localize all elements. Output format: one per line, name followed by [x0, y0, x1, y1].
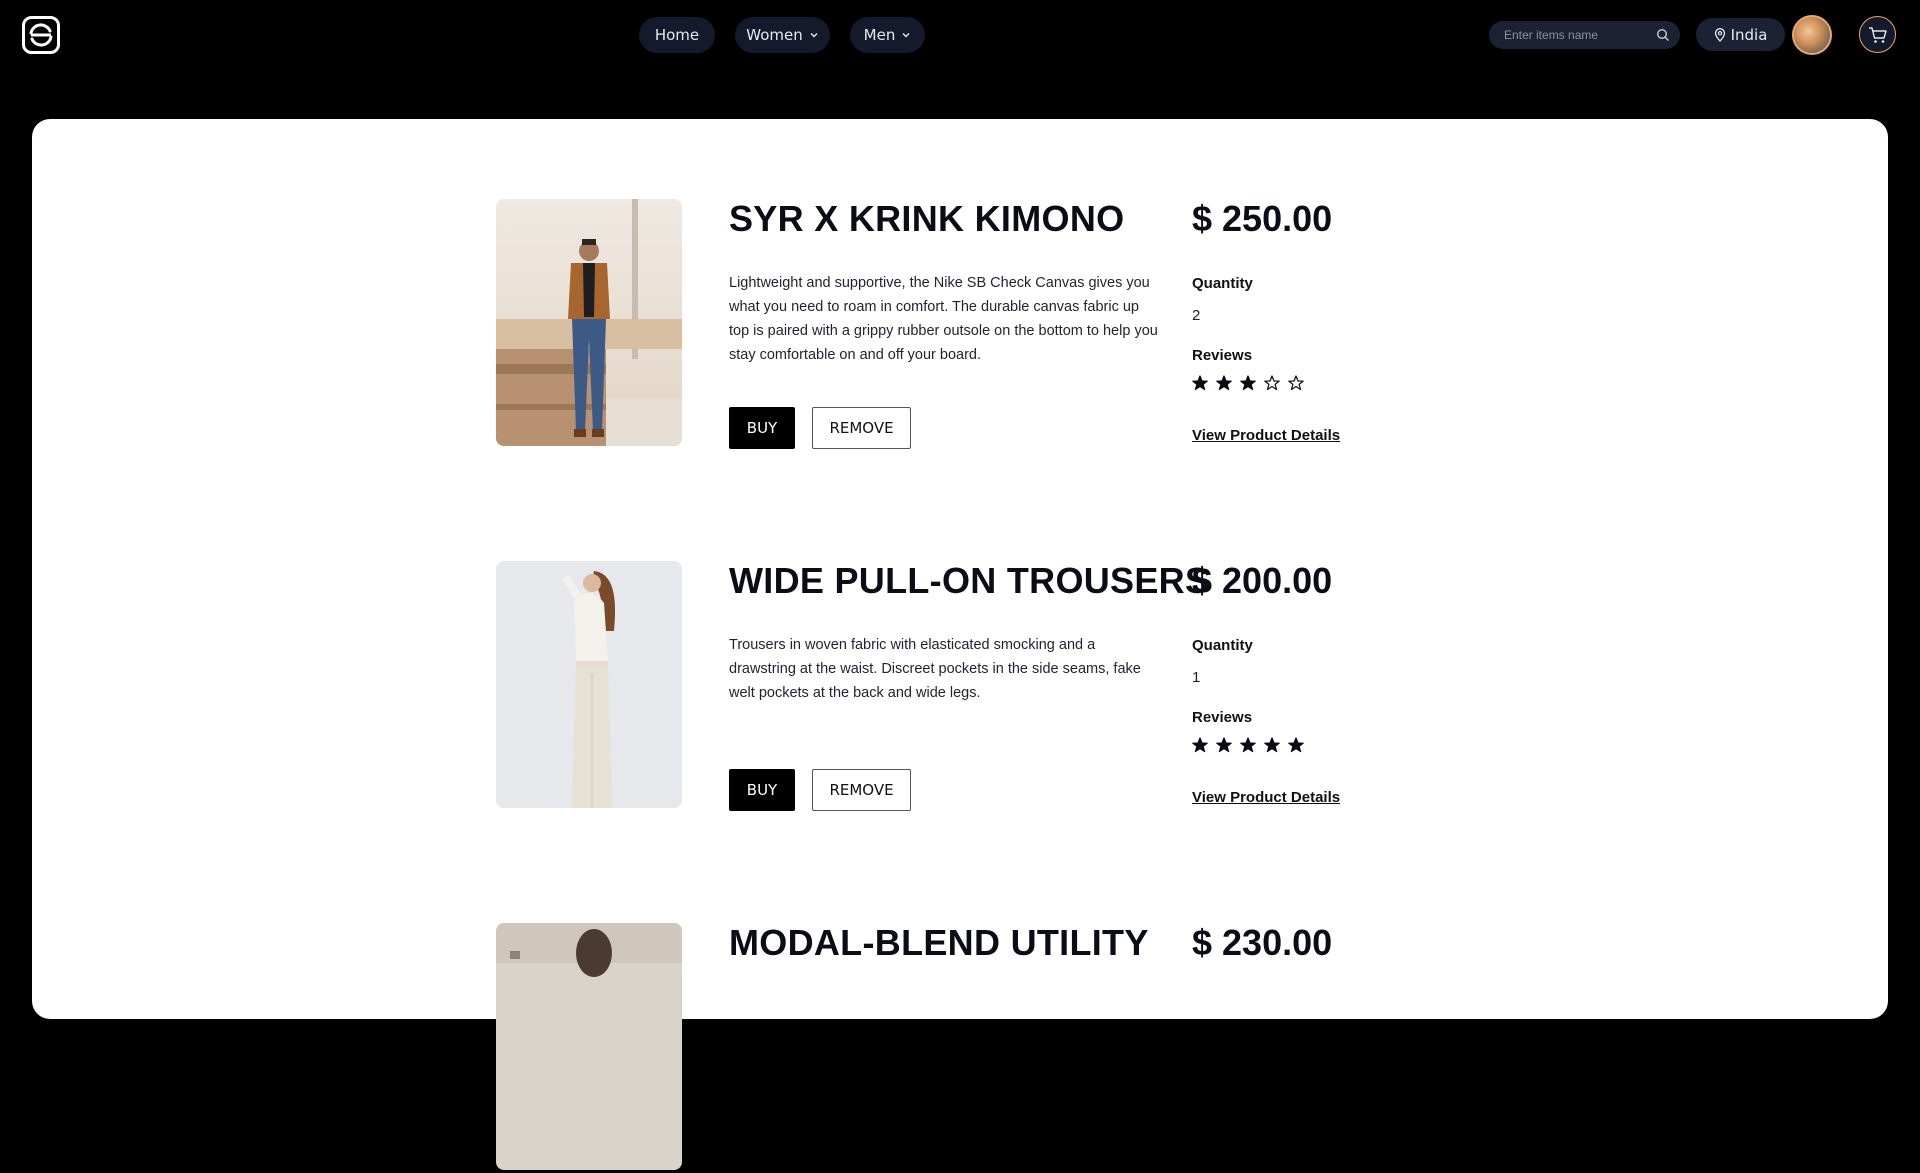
- remove-button[interactable]: REMOVE: [812, 407, 911, 449]
- cart-button[interactable]: [1859, 16, 1896, 53]
- nav-men[interactable]: Men: [850, 17, 925, 53]
- nav-home-label: Home: [654, 26, 700, 44]
- location-pin-icon: [1714, 27, 1725, 42]
- product-image[interactable]: [496, 923, 682, 1170]
- rating-stars: [1192, 375, 1304, 391]
- quantity-value[interactable]: 2: [1192, 307, 1200, 324]
- product-image[interactable]: [496, 561, 682, 808]
- search-input[interactable]: [1504, 28, 1644, 42]
- quantity-label: Quantity: [1192, 637, 1253, 654]
- product-title[interactable]: SYR X KRINK KIMONO: [729, 199, 1179, 239]
- star-filled-icon: [1192, 375, 1208, 391]
- cart-content-panel: SYR X KRINK KIMONO Lightweight and suppo…: [32, 119, 1888, 1170]
- location-selector[interactable]: India: [1696, 18, 1785, 51]
- product-description: Trousers in woven fabric with elasticate…: [729, 637, 1141, 701]
- location-label: India: [1730, 25, 1768, 44]
- star-filled-icon: [1240, 737, 1256, 753]
- product-price: $ 230.00: [1192, 922, 1333, 963]
- product-title[interactable]: MODAL-BLEND UTILITY: [729, 923, 1179, 963]
- star-empty-icon: [1264, 375, 1280, 391]
- quantity-label: Quantity: [1192, 275, 1253, 292]
- nav-women[interactable]: Women: [735, 17, 830, 53]
- star-filled-icon: [1240, 375, 1256, 391]
- product-image[interactable]: [496, 199, 682, 446]
- star-filled-icon: [1288, 737, 1304, 753]
- top-header: Home Women Men India: [0, 0, 1920, 70]
- star-empty-icon: [1288, 375, 1304, 391]
- avatar[interactable]: [1792, 15, 1832, 55]
- view-product-details-link[interactable]: View Product Details: [1192, 427, 1340, 444]
- rating-stars: [1192, 737, 1304, 753]
- nav-men-label: Men: [863, 26, 896, 44]
- remove-button[interactable]: REMOVE: [812, 769, 911, 811]
- buy-button[interactable]: BUY: [729, 407, 795, 449]
- chevron-down-icon: [810, 33, 818, 38]
- product-title[interactable]: WIDE PULL-ON TROUSERS: [729, 561, 1209, 601]
- star-filled-icon: [1216, 375, 1232, 391]
- star-filled-icon: [1264, 737, 1280, 753]
- search-icon[interactable]: [1656, 28, 1670, 42]
- nav-home[interactable]: Home: [639, 17, 715, 53]
- product-price: $ 250.00: [1192, 198, 1333, 239]
- reviews-label: Reviews: [1192, 709, 1253, 726]
- reviews-label: Reviews: [1192, 347, 1253, 364]
- cart-icon: [1868, 26, 1887, 43]
- view-product-details-link[interactable]: View Product Details: [1192, 789, 1340, 806]
- search-bar: [1489, 21, 1680, 49]
- buy-button[interactable]: BUY: [729, 769, 795, 811]
- chevron-down-icon: [902, 33, 910, 38]
- nav-women-label: Women: [746, 26, 803, 44]
- quantity-value[interactable]: 1: [1192, 669, 1200, 686]
- cart-item: MODAL-BLEND UTILITY $ 230.00: [496, 923, 1396, 1173]
- star-filled-icon: [1192, 737, 1208, 753]
- cart-item: WIDE PULL-ON TROUSERS Trousers in woven …: [496, 561, 1396, 811]
- star-filled-icon: [1216, 737, 1232, 753]
- product-price: $ 200.00: [1192, 560, 1333, 601]
- logo-icon[interactable]: [22, 16, 60, 54]
- cart-item: SYR X KRINK KIMONO Lightweight and suppo…: [496, 199, 1396, 449]
- product-description: Lightweight and supportive, the Nike SB …: [729, 275, 1158, 363]
